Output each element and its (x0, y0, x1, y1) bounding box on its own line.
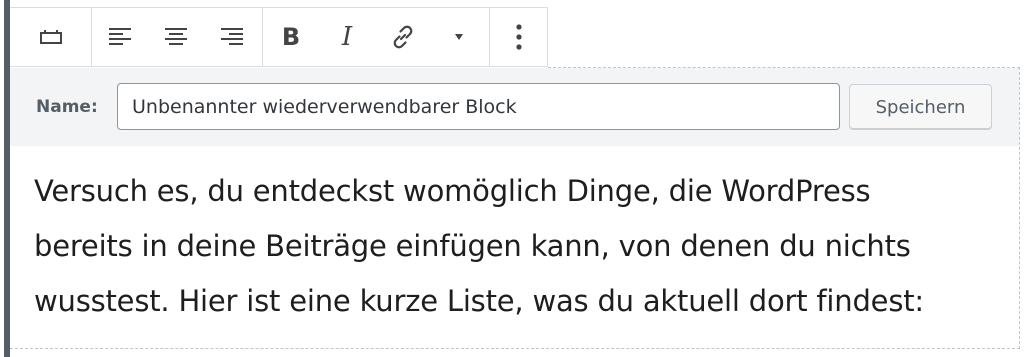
block-switcher-group (10, 8, 92, 66)
reusable-block-name-bar: Name: Speichern (10, 68, 1019, 146)
block-name-input[interactable] (117, 83, 840, 130)
align-center-button[interactable] (148, 8, 204, 66)
paragraph-line: bereits in deine Beiträge einfügen kann,… (34, 229, 911, 263)
more-options-button[interactable] (490, 8, 547, 66)
block-icon (39, 27, 63, 47)
alignment-group (92, 8, 263, 66)
bold-icon: B (281, 23, 301, 51)
align-left-icon (108, 26, 132, 48)
block-toolbar: B I (10, 7, 548, 67)
block-outline-right (1019, 67, 1020, 349)
italic-icon: I (341, 22, 353, 52)
italic-button[interactable]: I (319, 8, 375, 66)
caret-down-icon (453, 33, 465, 41)
bold-button[interactable]: B (263, 8, 319, 66)
link-icon (389, 23, 417, 51)
block-type-button[interactable] (10, 8, 91, 66)
paragraph-line: wusstest. Hier ist eine kurze Liste, was… (34, 284, 924, 318)
options-group (490, 8, 547, 66)
align-right-icon (220, 26, 244, 48)
formatting-group: B I (263, 8, 490, 66)
align-center-icon (164, 26, 188, 48)
block-outline-bottom (10, 348, 1020, 349)
more-formatting-button[interactable] (431, 8, 487, 66)
paragraph-block[interactable]: Versuch es, du entdeckst womöglich Dinge… (34, 164, 1014, 329)
name-label: Name: (36, 97, 98, 117)
save-button[interactable]: Speichern (849, 84, 992, 130)
align-right-button[interactable] (204, 8, 260, 66)
align-left-button[interactable] (92, 8, 148, 66)
more-vertical-icon (515, 23, 523, 51)
paragraph-line: Versuch es, du entdeckst womöglich Dinge… (34, 174, 871, 208)
link-button[interactable] (375, 8, 431, 66)
